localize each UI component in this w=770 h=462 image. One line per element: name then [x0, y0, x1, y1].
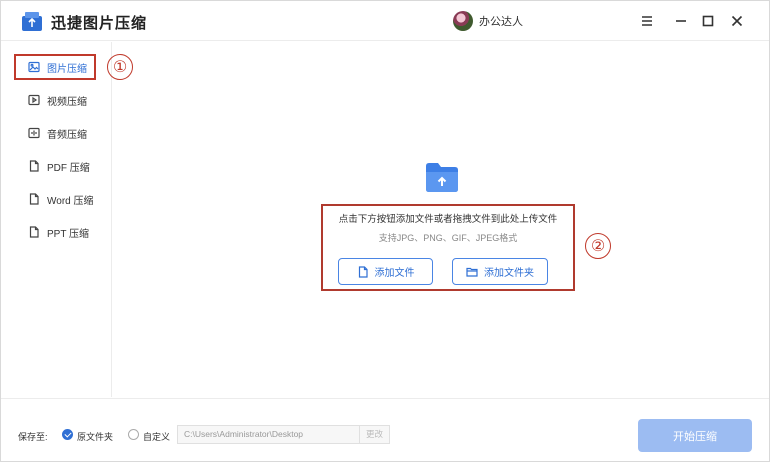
drop-zone[interactable]: 点击下方按钮添加文件或者拖拽文件到此处上传文件 支持JPG、PNG、GIF、JP… [321, 204, 575, 291]
file-icon [358, 265, 368, 278]
sidebar-item-label: Word 压缩 [47, 195, 94, 207]
sidebar-item-ppt-compress[interactable]: PPT 压缩 [14, 219, 96, 245]
sidebar: 图片压缩 视频压缩 音频压缩 PDF 压缩 Word 压缩 PPT 压缩 [1, 42, 112, 397]
title-bar: 迅捷图片压缩 办公达人 [1, 1, 769, 41]
close-icon [731, 15, 743, 27]
annotation-marker-2: ② [585, 233, 611, 259]
minimize-button[interactable] [671, 11, 691, 31]
sidebar-item-image-compress[interactable]: 图片压缩 [14, 54, 96, 80]
sidebar-item-pdf-compress[interactable]: PDF 压缩 [14, 153, 96, 179]
audio-icon [28, 127, 40, 139]
start-compress-button[interactable]: 开始压缩 [638, 419, 752, 452]
add-file-label: 添加文件 [374, 268, 415, 279]
output-path-field[interactable]: C:\Users\Administrator\Desktop [177, 425, 360, 444]
sidebar-item-video-compress[interactable]: 视频压缩 [14, 87, 96, 113]
drop-zone-instruction: 点击下方按钮添加文件或者拖拽文件到此处上传文件 [338, 214, 558, 225]
app-logo-icon [22, 12, 42, 31]
word-icon [29, 193, 39, 205]
add-file-button[interactable]: 添加文件 [338, 258, 433, 285]
minimize-icon [676, 20, 686, 22]
sidebar-item-label: 音频压缩 [47, 129, 87, 141]
image-icon [28, 61, 40, 73]
ppt-icon [29, 226, 39, 238]
sidebar-item-word-compress[interactable]: Word 压缩 [14, 186, 96, 212]
add-folder-button[interactable]: 添加文件夹 [452, 258, 548, 285]
maximize-icon [702, 15, 714, 27]
user-account[interactable]: 办公达人 [453, 11, 523, 31]
menu-button[interactable] [637, 11, 657, 31]
radio-source-folder-label[interactable]: 原文件夹 [77, 430, 113, 443]
pdf-icon [29, 160, 39, 172]
sidebar-item-label: 视频压缩 [47, 96, 87, 108]
change-path-button[interactable]: 更改 [360, 425, 390, 444]
sidebar-item-audio-compress[interactable]: 音频压缩 [14, 120, 96, 146]
radio-source-folder[interactable] [62, 429, 73, 440]
add-folder-label: 添加文件夹 [484, 268, 534, 279]
footer-bar: 保存至: 原文件夹 自定义 C:\Users\Administrator\Des… [1, 398, 769, 461]
radio-custom[interactable] [128, 429, 139, 440]
upload-folder-icon [426, 163, 458, 192]
supported-formats: 支持JPG、PNG、GIF、JPEG格式 [378, 233, 518, 243]
avatar[interactable] [453, 11, 473, 31]
sidebar-item-label: 图片压缩 [47, 63, 87, 75]
maximize-button[interactable] [698, 11, 718, 31]
folder-icon [466, 267, 478, 277]
save-to-label: 保存至: [18, 432, 48, 442]
sidebar-item-label: PDF 压缩 [47, 162, 90, 174]
radio-custom-label[interactable]: 自定义 [143, 430, 170, 443]
video-icon [28, 94, 40, 106]
app-window: 迅捷图片压缩 办公达人 图片压缩 视频压缩 音频压缩 PDF 压缩 Word 压… [0, 0, 770, 462]
close-button[interactable] [727, 11, 747, 31]
sidebar-item-label: PPT 压缩 [47, 228, 90, 240]
user-name[interactable]: 办公达人 [479, 13, 523, 29]
menu-icon [642, 16, 652, 26]
app-title: 迅捷图片压缩 [51, 15, 148, 32]
annotation-marker-1: ① [107, 54, 133, 80]
